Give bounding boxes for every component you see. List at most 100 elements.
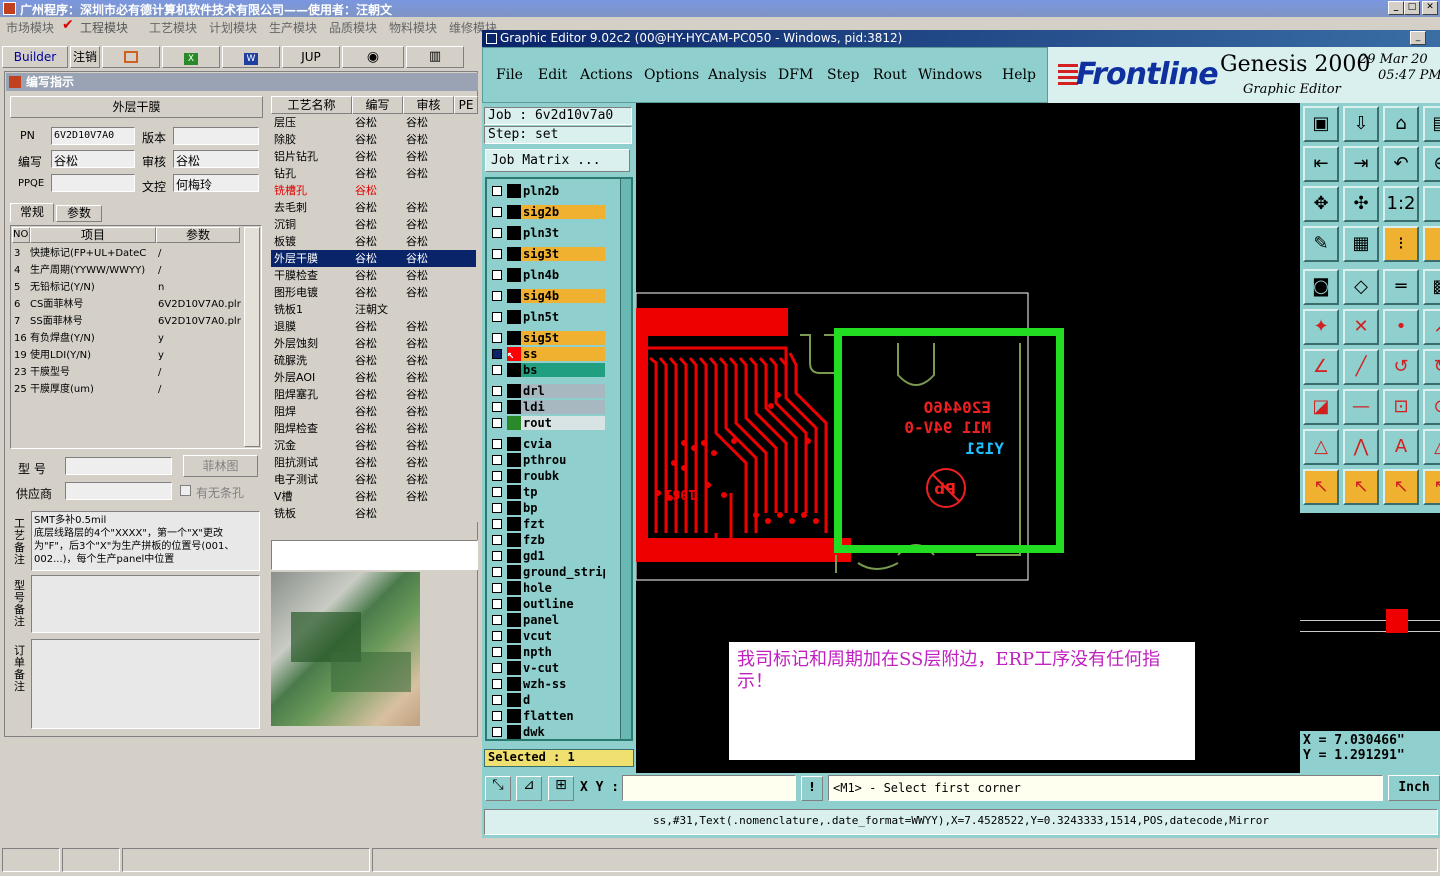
layer-checkbox[interactable] bbox=[492, 487, 502, 497]
word-icon[interactable]: W bbox=[222, 46, 280, 68]
layer-checkbox[interactable] bbox=[492, 567, 502, 577]
edit-icon[interactable]: ◇ bbox=[1343, 269, 1379, 305]
layer-checkbox[interactable] bbox=[492, 365, 502, 375]
grid-row[interactable]: 硫脲洗 谷松 谷松 bbox=[271, 352, 476, 369]
menu-windows[interactable]: Windows bbox=[918, 67, 982, 83]
alert-icon[interactable]: ! bbox=[801, 776, 823, 801]
filter-icon[interactable]: ⁝ bbox=[1423, 226, 1440, 262]
scale-icon[interactable]: 1:2 bbox=[1383, 186, 1419, 222]
layer-ss[interactable]: ↖ ss bbox=[489, 347, 605, 361]
grid-row[interactable]: 阻抗测试 谷松 谷松 bbox=[271, 454, 476, 471]
layer-checkbox[interactable] bbox=[492, 312, 502, 322]
layer-scrollbar[interactable] bbox=[620, 179, 631, 739]
layer-bp[interactable]: bp bbox=[489, 501, 605, 515]
minimize-button[interactable]: _ bbox=[1388, 1, 1404, 15]
features-icon[interactable]: ⁝ bbox=[1383, 226, 1419, 262]
layer-checkbox[interactable] bbox=[492, 402, 502, 412]
units-button[interactable]: Inch bbox=[1388, 775, 1440, 801]
grid-row[interactable]: 铝片钻孔 谷松 谷松 bbox=[271, 148, 476, 165]
menu-actions[interactable]: Actions bbox=[580, 67, 633, 83]
params-row[interactable]: 16 有负焊盘(Y/N) y bbox=[12, 330, 243, 347]
module-production[interactable]: 生产模块 bbox=[269, 19, 317, 36]
layer-checkbox[interactable] bbox=[492, 679, 502, 689]
layer-rout[interactable]: rout bbox=[489, 416, 605, 430]
grid-row[interactable]: 阻焊塞孔 谷松 谷松 bbox=[271, 386, 476, 403]
copy-icon[interactable]: ◪ bbox=[1303, 389, 1339, 425]
net-icon[interactable]: ✦ bbox=[1303, 309, 1339, 345]
layer-dwk[interactable]: dwk bbox=[489, 725, 605, 739]
layer-checkbox[interactable] bbox=[492, 615, 502, 625]
no-strip-checkbox[interactable] bbox=[180, 485, 191, 496]
maximize-button[interactable]: □ bbox=[1404, 1, 1420, 15]
params-row[interactable]: 25 干膜厚度(um) / bbox=[12, 381, 243, 398]
eye-icon[interactable]: ◉ bbox=[342, 46, 404, 68]
module-process[interactable]: 工艺模块 bbox=[149, 19, 197, 36]
layer-checkbox[interactable] bbox=[492, 249, 502, 259]
layer-d[interactable]: d bbox=[489, 693, 605, 707]
menu-options[interactable]: Options bbox=[644, 67, 699, 83]
grid-row[interactable]: 电子测试 谷松 谷松 bbox=[271, 471, 476, 488]
layer-pln2b[interactable]: pln2b bbox=[489, 184, 605, 198]
layer-drl[interactable]: drl bbox=[489, 384, 605, 398]
undo-icon[interactable]: ↻ bbox=[1423, 349, 1440, 385]
layer-v-cut[interactable]: v-cut bbox=[489, 661, 605, 675]
tab-params[interactable]: 参数 bbox=[56, 205, 102, 222]
layer-ground_strip[interactable]: ground_strip bbox=[489, 565, 605, 579]
xy-input[interactable] bbox=[622, 775, 796, 801]
layer-checkbox[interactable] bbox=[492, 663, 502, 673]
grid-row[interactable]: 板镀 谷松 谷松 bbox=[271, 233, 476, 250]
grid-row[interactable]: 去毛刺 谷松 谷松 bbox=[271, 199, 476, 216]
zoom-fit-icon[interactable]: ⤡ bbox=[485, 776, 511, 801]
layer-checkbox[interactable] bbox=[492, 291, 502, 301]
layer-checkbox[interactable] bbox=[492, 455, 502, 465]
jup-button[interactable]: JUP bbox=[282, 46, 340, 68]
layer-pln4b[interactable]: pln4b bbox=[489, 268, 605, 282]
layer-sig2b[interactable]: sig2b bbox=[489, 205, 605, 219]
params-scrollbar[interactable] bbox=[244, 227, 260, 447]
select-icon[interactable]: ↖ bbox=[1303, 469, 1339, 505]
pan-icon[interactable]: ✣ bbox=[1343, 186, 1379, 222]
layer-npth[interactable]: npth bbox=[489, 645, 605, 659]
layer-flatten[interactable]: flatten bbox=[489, 709, 605, 723]
layer-checkbox[interactable] bbox=[492, 647, 502, 657]
grid-row[interactable]: 阻焊检查 谷松 谷松 bbox=[271, 420, 476, 437]
zoom-icon[interactable]: ⊕ bbox=[1423, 146, 1440, 182]
layer-bs[interactable]: bs bbox=[489, 363, 605, 377]
grid-row[interactable]: 图形电镀 谷松 谷松 bbox=[271, 284, 476, 301]
pen-icon[interactable]: ╱ bbox=[1343, 349, 1379, 385]
dash-icon[interactable]: — bbox=[1343, 389, 1379, 425]
params-row[interactable]: 5 无铅标记(Y/N) n bbox=[12, 279, 243, 296]
save-icon[interactable]: ⇩ bbox=[1343, 106, 1379, 142]
layer-fzt[interactable]: fzt bbox=[489, 517, 605, 531]
params-row[interactable]: 19 使用LDI(Y/N) y bbox=[12, 347, 243, 364]
menu-help[interactable]: Help bbox=[1002, 67, 1036, 83]
ruler-icon[interactable]: ═ bbox=[1383, 269, 1419, 305]
grid-row[interactable]: 退膜 谷松 谷松 bbox=[271, 318, 476, 335]
layer-checkbox[interactable] bbox=[492, 599, 502, 609]
measure-icon[interactable]: ✎ bbox=[1303, 226, 1339, 262]
home-icon[interactable]: ⌂ bbox=[1383, 106, 1419, 142]
params-row[interactable]: 6 CS面菲林号 6V2D10V7A0.plr bbox=[12, 296, 243, 313]
line-icon[interactable]: ∠ bbox=[1303, 349, 1339, 385]
camera-icon[interactable]: ◙ bbox=[1303, 269, 1339, 305]
resize-icon[interactable]: ⊡ bbox=[1383, 389, 1419, 425]
fit-icon[interactable]: ✥ bbox=[1303, 186, 1339, 222]
menu-edit[interactable]: Edit bbox=[538, 67, 567, 83]
params-row[interactable]: 23 干膜型号 / bbox=[12, 364, 243, 381]
film-button[interactable]: 菲林图 bbox=[183, 455, 258, 477]
layer-outline[interactable]: outline bbox=[489, 597, 605, 611]
grid-row[interactable]: 阻焊 谷松 谷松 bbox=[271, 403, 476, 420]
layer-sig3t[interactable]: sig3t bbox=[489, 247, 605, 261]
layer-sig5t[interactable]: sig5t bbox=[489, 331, 605, 345]
layer-checkbox[interactable] bbox=[492, 711, 502, 721]
layer-gd1[interactable]: gd1 bbox=[489, 549, 605, 563]
builder-button[interactable]: Builder bbox=[2, 46, 68, 68]
snap-grid-icon[interactable]: ⊞ bbox=[548, 776, 574, 801]
menu-rout[interactable]: Rout bbox=[873, 67, 907, 83]
zoom-area-icon[interactable]: ⊿ bbox=[516, 776, 542, 801]
version-field[interactable] bbox=[173, 127, 259, 145]
layer-checkbox[interactable] bbox=[492, 386, 502, 396]
grid-row[interactable]: 除胶 谷松 谷松 bbox=[271, 131, 476, 148]
module-quality[interactable]: 品质模块 bbox=[329, 19, 377, 36]
select-area-icon[interactable]: ↖ bbox=[1383, 469, 1419, 505]
